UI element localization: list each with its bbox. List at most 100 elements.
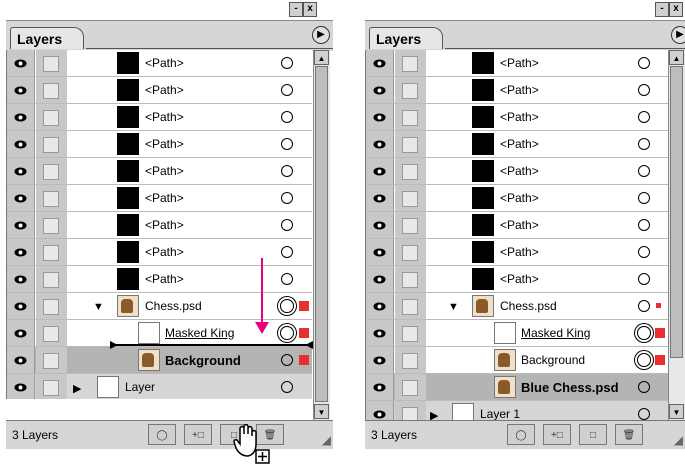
target-icon[interactable] [281, 192, 293, 204]
lock-toggle[interactable] [43, 164, 59, 180]
target-icon[interactable] [281, 138, 293, 150]
target-icon[interactable] [638, 165, 650, 177]
lock-toggle[interactable] [43, 56, 59, 72]
delete-layer-button[interactable]: 🗑 [615, 424, 643, 445]
layer-row[interactable]: <Path> [7, 104, 312, 131]
expand-triangle-icon[interactable]: ▼ [448, 301, 459, 313]
target-icon[interactable] [281, 111, 293, 123]
lock-toggle[interactable] [402, 83, 418, 99]
scroll-down-icon[interactable]: ▼ [314, 404, 329, 419]
target-icon[interactable] [281, 165, 293, 177]
lock-toggle[interactable] [402, 353, 418, 369]
eye-icon[interactable] [14, 381, 27, 394]
lock-toggle[interactable] [402, 137, 418, 153]
lock-toggle[interactable] [402, 218, 418, 234]
tab-layers[interactable]: Layers [369, 27, 443, 49]
layer-row-background[interactable]: Background [366, 347, 669, 374]
layer-row[interactable]: <Path> [7, 131, 312, 158]
target-icon[interactable] [637, 353, 651, 367]
target-icon[interactable] [638, 219, 650, 231]
eye-icon[interactable] [373, 111, 386, 124]
eye-icon[interactable] [14, 84, 27, 97]
eye-icon[interactable] [373, 273, 386, 286]
layer-row[interactable]: <Path> [366, 104, 669, 131]
target-icon[interactable] [281, 354, 293, 366]
lock-toggle[interactable] [43, 83, 59, 99]
scroll-up-icon[interactable]: ▲ [669, 50, 684, 65]
layer-row-background[interactable]: Background [7, 347, 312, 374]
panel-menu-icon[interactable]: ▶ [671, 26, 685, 44]
make-clipping-mask-button[interactable]: ◯ [148, 424, 176, 445]
target-icon[interactable] [638, 300, 650, 312]
lock-toggle[interactable] [43, 380, 59, 396]
minimize-button[interactable]: - [289, 2, 303, 17]
vertical-scrollbar[interactable]: ▲ ▼ [313, 50, 330, 420]
scroll-thumb[interactable] [315, 66, 328, 402]
target-icon[interactable] [638, 138, 650, 150]
layer-row[interactable]: <Path> [7, 212, 312, 239]
eye-icon[interactable] [373, 381, 386, 394]
lock-toggle[interactable] [402, 110, 418, 126]
layer-row[interactable]: <Path> [366, 266, 669, 293]
lock-toggle[interactable] [43, 353, 59, 369]
target-icon[interactable] [638, 246, 650, 258]
target-icon[interactable] [638, 381, 650, 393]
eye-icon[interactable] [373, 219, 386, 232]
lock-toggle[interactable] [43, 218, 59, 234]
close-button[interactable]: x [669, 2, 683, 17]
target-icon[interactable] [638, 408, 650, 420]
layer-row-chess-psd[interactable]: ▼ Chess.psd [366, 293, 669, 320]
scroll-down-icon[interactable]: ▼ [669, 404, 684, 419]
eye-icon[interactable] [14, 192, 27, 205]
lock-toggle[interactable] [43, 110, 59, 126]
layer-row[interactable]: <Path> [366, 131, 669, 158]
layer-row[interactable]: <Path> [366, 212, 669, 239]
collapse-triangle-icon[interactable]: ▶ [73, 382, 81, 395]
lock-toggle[interactable] [402, 326, 418, 342]
target-icon[interactable] [281, 84, 293, 96]
minimize-button[interactable]: - [655, 2, 669, 17]
lock-toggle[interactable] [402, 56, 418, 72]
layer-row[interactable]: <Path> [366, 158, 669, 185]
lock-toggle[interactable] [402, 299, 418, 315]
layer-row[interactable]: <Path> [7, 50, 312, 77]
eye-icon[interactable] [14, 111, 27, 124]
target-icon[interactable] [638, 84, 650, 96]
layer-row[interactable]: <Path> [7, 77, 312, 104]
eye-icon[interactable] [373, 138, 386, 151]
resize-grip-icon[interactable]: ◢ [674, 433, 683, 447]
lock-toggle[interactable] [402, 380, 418, 396]
lock-toggle[interactable] [402, 164, 418, 180]
layer-row[interactable]: <Path> [366, 50, 669, 77]
eye-icon[interactable] [373, 192, 386, 205]
target-icon[interactable] [638, 273, 650, 285]
lock-toggle[interactable] [43, 191, 59, 207]
layer-row[interactable]: <Path> [7, 158, 312, 185]
layer-row[interactable]: <Path> [366, 239, 669, 266]
target-icon[interactable] [638, 111, 650, 123]
eye-icon[interactable] [14, 138, 27, 151]
new-sublayer-button[interactable]: +□ [543, 424, 571, 445]
lock-toggle[interactable] [402, 272, 418, 288]
lock-toggle[interactable] [402, 191, 418, 207]
scroll-thumb[interactable] [670, 66, 683, 358]
scroll-up-icon[interactable]: ▲ [314, 50, 329, 65]
eye-icon[interactable] [373, 165, 386, 178]
make-clipping-mask-button[interactable]: ◯ [507, 424, 535, 445]
eye-icon[interactable] [373, 57, 386, 70]
layer-row-masked-king[interactable]: Masked King [366, 320, 669, 347]
new-layer-button[interactable]: □ [579, 424, 607, 445]
target-icon[interactable] [638, 192, 650, 204]
target-icon[interactable] [281, 381, 293, 393]
eye-icon[interactable] [14, 57, 27, 70]
target-icon[interactable] [637, 326, 651, 340]
layer-row[interactable]: <Path> [366, 185, 669, 212]
layer-row-layer[interactable]: ▶ Layer [7, 374, 312, 399]
eye-icon[interactable] [14, 165, 27, 178]
eye-icon[interactable] [373, 327, 386, 340]
close-button[interactable]: x [303, 2, 317, 17]
layer-row[interactable]: <Path> [366, 77, 669, 104]
resize-grip-icon[interactable]: ◢ [322, 433, 331, 447]
target-icon[interactable] [281, 219, 293, 231]
new-sublayer-button[interactable]: +□ [184, 424, 212, 445]
